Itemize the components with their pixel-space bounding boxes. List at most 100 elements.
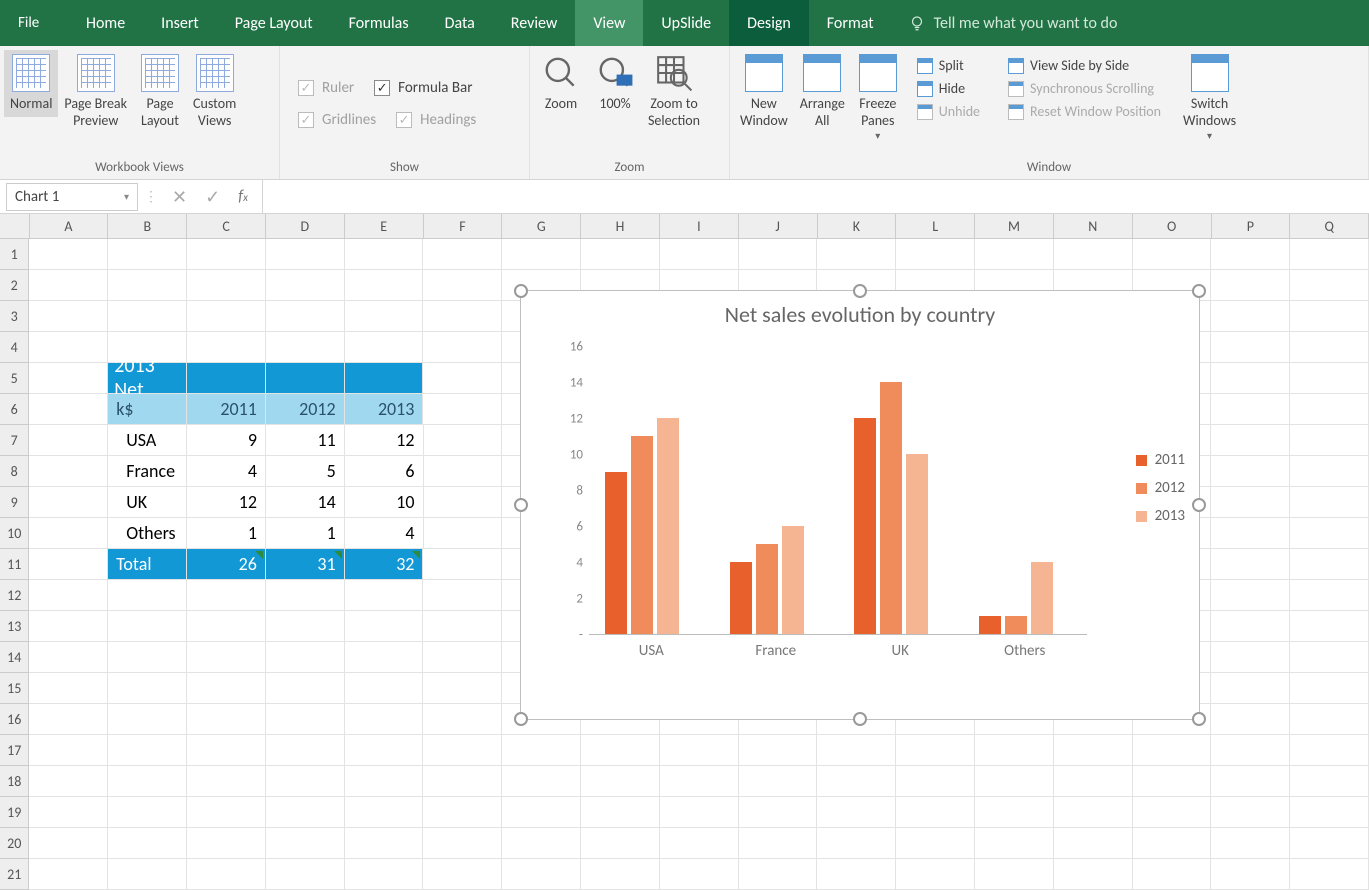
resize-handle[interactable] — [853, 284, 867, 298]
zoom-100-button[interactable]: 100% — [588, 50, 642, 117]
cell[interactable] — [1054, 828, 1133, 859]
cell[interactable] — [581, 735, 660, 766]
cell[interactable] — [29, 332, 108, 363]
cell[interactable] — [187, 301, 266, 332]
bar[interactable] — [756, 544, 778, 634]
resize-handle[interactable] — [853, 712, 867, 726]
cell[interactable] — [187, 332, 266, 363]
cell[interactable] — [1211, 611, 1290, 642]
cell[interactable] — [1211, 797, 1290, 828]
zoom-selection-button[interactable]: Zoom to Selection — [642, 50, 706, 134]
row-header[interactable]: 4 — [0, 332, 29, 363]
cell[interactable] — [29, 518, 108, 549]
cell[interactable] — [1211, 580, 1290, 611]
ruler-checkbox[interactable]: ✓Ruler — [288, 75, 364, 101]
cell[interactable] — [423, 828, 502, 859]
bar[interactable] — [906, 454, 928, 634]
cell[interactable] — [29, 797, 108, 828]
row-header[interactable]: 20 — [0, 828, 29, 859]
row-header[interactable]: 17 — [0, 735, 29, 766]
row-header[interactable]: 11 — [0, 549, 29, 580]
cell[interactable] — [1054, 735, 1133, 766]
cell[interactable] — [739, 239, 818, 270]
cell[interactable] — [975, 797, 1054, 828]
cell[interactable] — [345, 766, 424, 797]
col-header[interactable]: D — [266, 214, 345, 238]
cell[interactable]: 9 — [187, 425, 266, 456]
cell[interactable] — [266, 735, 345, 766]
cell[interactable] — [1211, 394, 1290, 425]
cell[interactable] — [739, 828, 818, 859]
cell[interactable] — [187, 239, 266, 270]
cell[interactable] — [345, 828, 424, 859]
row-header[interactable]: 15 — [0, 673, 29, 704]
legend-item[interactable]: 2013 — [1136, 507, 1185, 525]
bar[interactable] — [854, 418, 876, 634]
cell[interactable]: USA — [108, 425, 187, 456]
row-header[interactable]: 8 — [0, 456, 29, 487]
col-header[interactable]: A — [30, 214, 109, 238]
cell[interactable] — [345, 642, 424, 673]
cell[interactable] — [1290, 828, 1369, 859]
col-header[interactable]: N — [1054, 214, 1133, 238]
cell[interactable] — [975, 828, 1054, 859]
chart-object[interactable]: Net sales evolution by country -24681012… — [520, 290, 1200, 720]
cell[interactable] — [345, 580, 424, 611]
cell[interactable] — [29, 642, 108, 673]
cell[interactable] — [1290, 487, 1369, 518]
cell[interactable] — [423, 394, 502, 425]
cell[interactable] — [1290, 704, 1369, 735]
split-button[interactable]: Split — [909, 54, 988, 77]
cell[interactable] — [266, 611, 345, 642]
cell[interactable] — [187, 704, 266, 735]
cell[interactable] — [1133, 735, 1212, 766]
cell[interactable]: 1 — [266, 518, 345, 549]
tab-page-layout[interactable]: Page Layout — [217, 0, 331, 46]
cell[interactable] — [1290, 301, 1369, 332]
cell[interactable] — [1211, 456, 1290, 487]
cell[interactable] — [975, 735, 1054, 766]
cell[interactable] — [502, 735, 581, 766]
cell[interactable] — [29, 394, 108, 425]
cell[interactable]: 4 — [187, 456, 266, 487]
cell[interactable] — [1211, 704, 1290, 735]
row-header[interactable]: 13 — [0, 611, 29, 642]
col-header[interactable]: H — [581, 214, 660, 238]
cell[interactable] — [1211, 487, 1290, 518]
cell[interactable]: 2013 — [345, 394, 424, 425]
cell[interactable] — [108, 642, 187, 673]
cell[interactable] — [108, 797, 187, 828]
cell[interactable] — [423, 239, 502, 270]
cell[interactable] — [345, 270, 424, 301]
resize-handle[interactable] — [514, 712, 528, 726]
new-window-button[interactable]: New Window — [734, 50, 794, 134]
cell[interactable] — [266, 270, 345, 301]
cell[interactable] — [187, 673, 266, 704]
enter-icon[interactable]: ✓ — [205, 186, 220, 208]
cell[interactable] — [423, 704, 502, 735]
cell[interactable]: 26 — [187, 549, 266, 580]
cell[interactable] — [266, 766, 345, 797]
col-header[interactable]: K — [818, 214, 897, 238]
cell[interactable] — [660, 797, 739, 828]
cell[interactable]: 10 — [345, 487, 424, 518]
cell[interactable] — [108, 704, 187, 735]
formula-input[interactable] — [262, 180, 1369, 213]
freeze-panes-button[interactable]: Freeze Panes▾ — [851, 50, 905, 146]
cell[interactable] — [1211, 301, 1290, 332]
cell[interactable] — [29, 549, 108, 580]
tab-home[interactable]: Home — [68, 0, 143, 46]
cell[interactable] — [423, 363, 502, 394]
cell[interactable] — [266, 673, 345, 704]
cell[interactable] — [266, 704, 345, 735]
resize-handle[interactable] — [1192, 712, 1206, 726]
cell[interactable] — [502, 766, 581, 797]
bar[interactable] — [880, 382, 902, 634]
tab-data[interactable]: Data — [427, 0, 493, 46]
cell[interactable] — [660, 828, 739, 859]
cell[interactable] — [581, 766, 660, 797]
view-side-by-side-button[interactable]: View Side by Side — [1000, 54, 1169, 77]
cell[interactable] — [1133, 828, 1212, 859]
col-header[interactable]: E — [345, 214, 424, 238]
cell[interactable] — [1211, 673, 1290, 704]
